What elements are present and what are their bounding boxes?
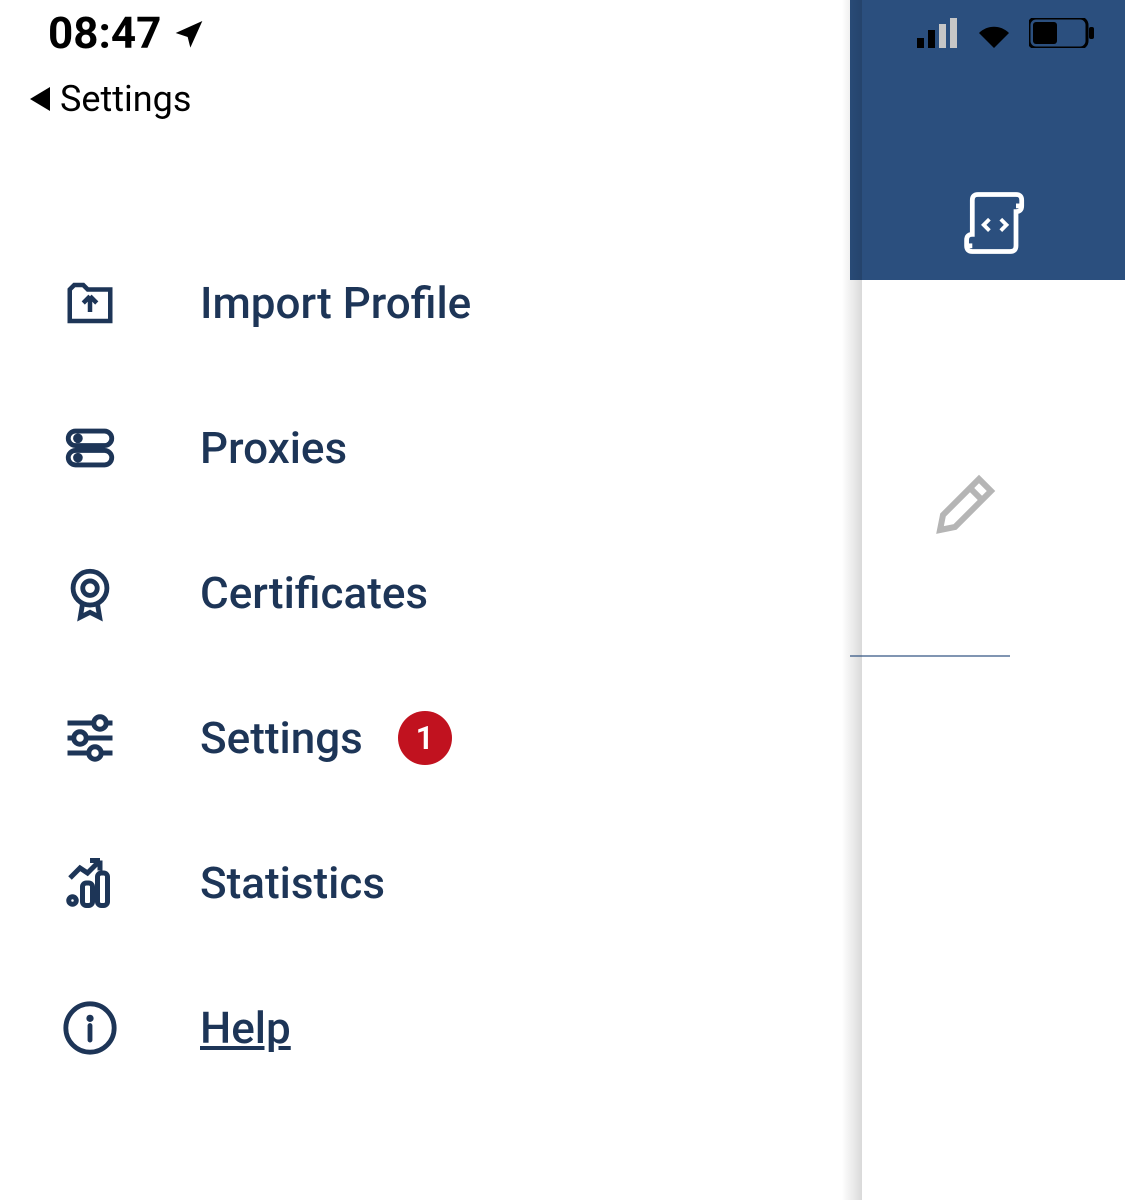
menu-item-help[interactable]: Help — [60, 955, 840, 1100]
menu-item-certificates[interactable]: Certificates — [60, 520, 840, 665]
status-bar: 08:47 — [0, 0, 1125, 65]
menu-item-import-profile[interactable]: Import Profile — [60, 230, 840, 375]
status-time-group: 08:47 — [48, 7, 205, 59]
menu-label-help: Help — [200, 1002, 291, 1054]
log-icon[interactable] — [959, 185, 1035, 265]
side-divider — [850, 655, 1010, 657]
status-indicators — [917, 18, 1095, 48]
edit-icon[interactable] — [928, 470, 1000, 546]
cellular-icon — [917, 18, 959, 48]
help-icon — [60, 998, 120, 1058]
menu-label-certificates: Certificates — [200, 567, 428, 619]
certificates-icon — [60, 563, 120, 623]
menu-label-proxies: Proxies — [200, 422, 347, 474]
wifi-icon — [974, 18, 1014, 48]
battery-icon — [1029, 18, 1095, 48]
location-icon — [173, 17, 205, 49]
menu-item-proxies[interactable]: Proxies — [60, 375, 840, 520]
menu-label-settings: Settings — [200, 712, 363, 764]
menu-item-settings[interactable]: Settings 1 — [60, 665, 840, 810]
back-label: Settings — [60, 78, 191, 120]
settings-badge: 1 — [398, 711, 452, 765]
status-time: 08:47 — [48, 7, 161, 59]
back-arrow-icon — [30, 87, 50, 111]
proxies-icon — [60, 418, 120, 478]
menu-label-statistics: Statistics — [200, 857, 385, 909]
settings-icon — [60, 708, 120, 768]
menu-label-import: Import Profile — [200, 277, 471, 329]
menu-item-statistics[interactable]: Statistics — [60, 810, 840, 955]
menu: Import Profile Proxies Certificates Sett… — [60, 230, 840, 1100]
statistics-icon — [60, 853, 120, 913]
import-icon — [60, 273, 120, 333]
back-button[interactable]: Settings — [30, 78, 191, 120]
